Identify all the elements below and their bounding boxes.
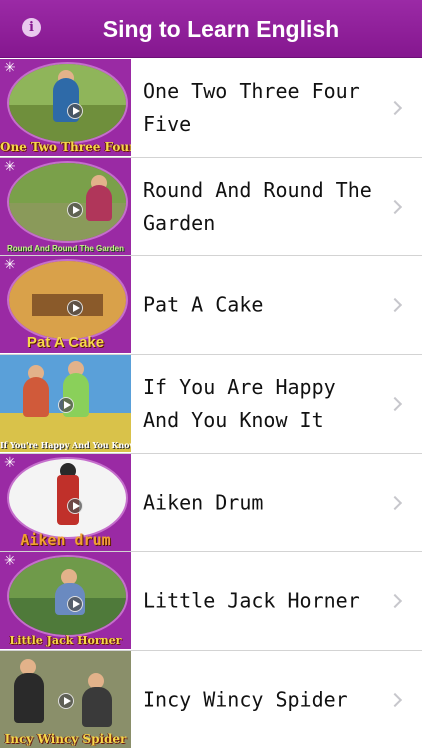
chevron-right-icon xyxy=(387,495,403,510)
chevron-right-icon xyxy=(387,594,403,609)
song-title: One Two Three Four Five xyxy=(143,78,360,136)
child-figure xyxy=(23,377,49,418)
thumbnail-caption: Little Jack Horner xyxy=(9,634,122,648)
song-thumbnail: Incy Wincy Spider xyxy=(0,651,131,749)
song-title: Round And Round The Garden xyxy=(143,177,372,235)
thumbnail-image xyxy=(7,160,128,243)
thumbnail-caption: If You're Happy And You Know It xyxy=(0,440,131,451)
thumbnail-caption: One Two Three Four Five xyxy=(0,140,131,154)
song-title: Little Jack Horner xyxy=(143,588,360,613)
song-row[interactable]: If You're Happy And You Know It If You A… xyxy=(0,355,422,454)
chevron-right-icon xyxy=(387,199,403,214)
chevron-right-icon xyxy=(387,693,403,708)
sparkle-icon: ✳ xyxy=(4,454,16,471)
play-icon xyxy=(67,497,83,514)
thumbnail-image xyxy=(7,555,128,638)
thumbnail-image xyxy=(7,62,128,144)
child-figure xyxy=(82,687,112,728)
play-icon xyxy=(67,103,83,119)
song-thumbnail: ✳ Aiken drum xyxy=(0,453,131,551)
chevron-right-icon xyxy=(387,396,403,411)
song-thumbnail: If You're Happy And You Know It xyxy=(0,355,131,453)
song-title: Pat A Cake xyxy=(143,292,264,317)
song-title: If You Are Happy And You Know It xyxy=(143,374,336,432)
thumbnail-caption: Round And Round The Garden xyxy=(6,243,125,253)
song-list: ✳ One Two Three Four Five One Two Three … xyxy=(0,59,422,750)
play-icon xyxy=(58,397,74,414)
nav-bar: i Sing to Learn English xyxy=(0,0,422,58)
chevron-right-icon xyxy=(387,298,403,313)
app-title: Sing to Learn English xyxy=(102,16,340,42)
song-thumbnail: ✳ Little Jack Horner xyxy=(0,552,131,650)
song-row[interactable]: ✳ Round And Round The Garden Round And R… xyxy=(0,157,422,257)
thumbnail-caption: Incy Wincy Spider xyxy=(4,732,127,747)
song-title: Aiken Drum xyxy=(143,490,264,515)
thumbnail-image xyxy=(7,259,128,342)
child-figure xyxy=(14,673,44,724)
child-figure xyxy=(86,184,112,221)
thumbnail-caption: Aiken drum xyxy=(20,530,111,549)
song-row[interactable]: ✳ Little Jack Horner Little Jack Horner xyxy=(0,552,422,652)
song-row[interactable]: ✳ Aiken drum Aiken Drum xyxy=(0,453,422,553)
play-icon xyxy=(67,201,83,218)
play-icon xyxy=(58,693,74,710)
song-thumbnail: ✳ Pat A Cake xyxy=(0,256,131,354)
song-thumbnail: ✳ One Two Three Four Five xyxy=(0,59,131,156)
song-title: Incy Wincy Spider xyxy=(143,687,348,712)
thumbnail-caption: Pat A Cake xyxy=(26,334,105,352)
song-thumbnail: ✳ Round And Round The Garden xyxy=(0,157,131,255)
song-row[interactable]: ✳ Pat A Cake Pat A Cake xyxy=(0,256,422,356)
song-row[interactable]: Incy Wincy Spider Incy Wincy Spider xyxy=(0,651,422,750)
info-icon[interactable]: i xyxy=(22,18,41,37)
chevron-right-icon xyxy=(387,100,403,115)
thumbnail-image xyxy=(7,456,128,539)
song-row[interactable]: ✳ One Two Three Four Five One Two Three … xyxy=(0,59,422,158)
